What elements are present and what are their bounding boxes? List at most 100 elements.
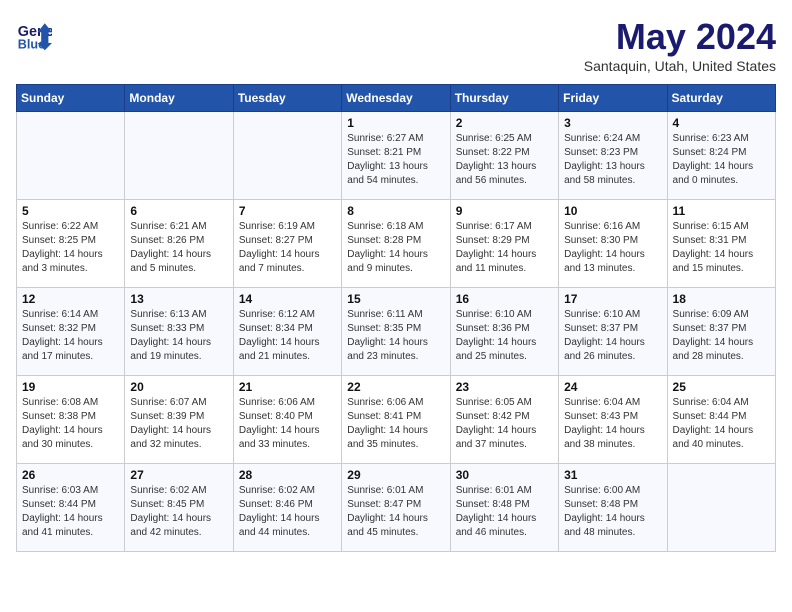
calendar-cell [233,112,341,200]
day-number: 15 [347,292,444,306]
cell-info: Sunrise: 6:06 AMSunset: 8:40 PMDaylight:… [239,396,336,452]
cell-info: Sunrise: 6:17 AMSunset: 8:29 PMDaylight:… [456,220,553,276]
week-row-3: 12Sunrise: 6:14 AMSunset: 8:32 PMDayligh… [17,288,776,376]
day-number: 6 [130,204,227,218]
day-number: 22 [347,380,444,394]
calendar-cell: 14Sunrise: 6:12 AMSunset: 8:34 PMDayligh… [233,288,341,376]
day-number: 13 [130,292,227,306]
month-title: May 2024 [584,16,776,58]
calendar-cell: 23 Sunrise: 6:05 AMSunset: 8:42 PMDayligh… [450,376,558,464]
weekday-header-thursday: Thursday [450,85,558,112]
calendar-cell: 30Sunrise: 6:01 AMSunset: 8:48 PMDayligh… [450,464,558,552]
cell-info: Sunrise: 6:02 AMSunset: 8:46 PMDaylight:… [239,484,336,540]
day-number: 8 [347,204,444,218]
day-number: 31 [564,468,661,482]
cell-info: Sunrise: 6:04 AMSunset: 8:44 PMDaylight:… [673,396,770,452]
day-number: 18 [673,292,770,306]
calendar-cell: 15 Sunrise: 6:11 AMSunset: 8:35 PMDayligh… [342,288,450,376]
day-number: 30 [456,468,553,482]
cell-info: Sunrise: 6:02 AMSunset: 8:45 PMDaylight:… [130,484,227,540]
weekday-header-tuesday: Tuesday [233,85,341,112]
day-number: 9 [456,204,553,218]
page-header: General Blue May 2024 Santaquin, Utah, U… [16,16,776,74]
day-number: 27 [130,468,227,482]
cell-info: Sunrise: 6:21 AMSunset: 8:26 PMDaylight:… [130,220,227,276]
calendar-cell: 20Sunrise: 6:07 AMSunset: 8:39 PMDayligh… [125,376,233,464]
cell-info: Sunrise: 6:14 AMSunset: 8:32 PMDaylight:… [22,308,119,364]
weekday-header-monday: Monday [125,85,233,112]
calendar-cell [667,464,775,552]
calendar-cell: 26 Sunrise: 6:03 AMSunset: 8:44 PMDayligh… [17,464,125,552]
week-row-5: 26 Sunrise: 6:03 AMSunset: 8:44 PMDayligh… [17,464,776,552]
cell-info: Sunrise: 6:22 AMSunset: 8:25 PMDaylight:… [22,220,119,276]
day-number: 26 [22,468,119,482]
weekday-header-wednesday: Wednesday [342,85,450,112]
day-number: 19 [22,380,119,394]
logo: General Blue [16,16,52,52]
cell-info: Sunrise: 6:08 AMSunset: 8:38 PMDaylight:… [22,396,119,452]
calendar-cell: 2 Sunrise: 6:25 AMSunset: 8:22 PMDaylight… [450,112,558,200]
calendar-cell: 21Sunrise: 6:06 AMSunset: 8:40 PMDayligh… [233,376,341,464]
cell-info: Sunrise: 6:10 AMSunset: 8:36 PMDaylight:… [456,308,553,364]
day-number: 1 [347,116,444,130]
day-number: 24 [564,380,661,394]
calendar-cell [125,112,233,200]
calendar-cell: 10 Sunrise: 6:16 AMSunset: 8:30 PMDayligh… [559,200,667,288]
day-number: 20 [130,380,227,394]
location: Santaquin, Utah, United States [584,58,776,74]
calendar-cell: 12Sunrise: 6:14 AMSunset: 8:32 PMDayligh… [17,288,125,376]
calendar-cell: 5 Sunrise: 6:22 AMSunset: 8:25 PMDaylight… [17,200,125,288]
calendar-cell: 16Sunrise: 6:10 AMSunset: 8:36 PMDayligh… [450,288,558,376]
calendar-cell: 25 Sunrise: 6:04 AMSunset: 8:44 PMDayligh… [667,376,775,464]
cell-info: Sunrise: 6:16 AMSunset: 8:30 PMDaylight:… [564,220,661,276]
calendar-cell: 3Sunrise: 6:24 AMSunset: 8:23 PMDaylight… [559,112,667,200]
cell-info: Sunrise: 6:01 AMSunset: 8:47 PMDaylight:… [347,484,444,540]
day-number: 5 [22,204,119,218]
weekday-header-saturday: Saturday [667,85,775,112]
cell-info: Sunrise: 6:05 AMSunset: 8:42 PMDaylight:… [456,396,553,452]
cell-info: Sunrise: 6:19 AMSunset: 8:27 PMDaylight:… [239,220,336,276]
cell-info: Sunrise: 6:27 AMSunset: 8:21 PMDaylight:… [347,132,444,188]
calendar-cell: 28 Sunrise: 6:02 AMSunset: 8:46 PMDayligh… [233,464,341,552]
cell-info: Sunrise: 6:03 AMSunset: 8:44 PMDaylight:… [22,484,119,540]
cell-info: Sunrise: 6:25 AMSunset: 8:22 PMDaylight:… [456,132,553,188]
calendar-cell: 31 Sunrise: 6:00 AMSunset: 8:48 PMDayligh… [559,464,667,552]
logo-icon: General Blue [16,16,52,52]
calendar-cell: 11 Sunrise: 6:15 AMSunset: 8:31 PMDayligh… [667,200,775,288]
day-number: 2 [456,116,553,130]
day-number: 23 [456,380,553,394]
weekday-header-row: SundayMondayTuesdayWednesdayThursdayFrid… [17,85,776,112]
day-number: 28 [239,468,336,482]
day-number: 17 [564,292,661,306]
calendar-cell: 27 Sunrise: 6:02 AMSunset: 8:45 PMDayligh… [125,464,233,552]
calendar-cell: 17Sunrise: 6:10 AMSunset: 8:37 PMDayligh… [559,288,667,376]
calendar-cell: 18Sunrise: 6:09 AMSunset: 8:37 PMDayligh… [667,288,775,376]
cell-info: Sunrise: 6:18 AMSunset: 8:28 PMDaylight:… [347,220,444,276]
calendar-cell: 7Sunrise: 6:19 AMSunset: 8:27 PMDaylight… [233,200,341,288]
cell-info: Sunrise: 6:11 AMSunset: 8:35 PMDaylight:… [347,308,444,364]
cell-info: Sunrise: 6:06 AMSunset: 8:41 PMDaylight:… [347,396,444,452]
cell-info: Sunrise: 6:15 AMSunset: 8:31 PMDaylight:… [673,220,770,276]
calendar-cell: 13 Sunrise: 6:13 AMSunset: 8:33 PMDayligh… [125,288,233,376]
cell-info: Sunrise: 6:00 AMSunset: 8:48 PMDaylight:… [564,484,661,540]
day-number: 29 [347,468,444,482]
cell-info: Sunrise: 6:23 AMSunset: 8:24 PMDaylight:… [673,132,770,188]
calendar-cell: 8 Sunrise: 6:18 AMSunset: 8:28 PMDaylight… [342,200,450,288]
calendar-cell: 19 Sunrise: 6:08 AMSunset: 8:38 PMDayligh… [17,376,125,464]
day-number: 10 [564,204,661,218]
week-row-2: 5 Sunrise: 6:22 AMSunset: 8:25 PMDaylight… [17,200,776,288]
calendar-table: SundayMondayTuesdayWednesdayThursdayFrid… [16,84,776,552]
calendar-cell: 22 Sunrise: 6:06 AMSunset: 8:41 PMDayligh… [342,376,450,464]
weekday-header-friday: Friday [559,85,667,112]
week-row-4: 19 Sunrise: 6:08 AMSunset: 8:38 PMDayligh… [17,376,776,464]
week-row-1: 1 Sunrise: 6:27 AMSunset: 8:21 PMDaylight… [17,112,776,200]
calendar-cell: 1 Sunrise: 6:27 AMSunset: 8:21 PMDaylight… [342,112,450,200]
day-number: 25 [673,380,770,394]
calendar-cell: 4Sunrise: 6:23 AMSunset: 8:24 PMDaylight… [667,112,775,200]
day-number: 11 [673,204,770,218]
weekday-header-sunday: Sunday [17,85,125,112]
title-block: May 2024 Santaquin, Utah, United States [584,16,776,74]
calendar-cell [17,112,125,200]
calendar-cell: 6 Sunrise: 6:21 AMSunset: 8:26 PMDaylight… [125,200,233,288]
cell-info: Sunrise: 6:13 AMSunset: 8:33 PMDaylight:… [130,308,227,364]
